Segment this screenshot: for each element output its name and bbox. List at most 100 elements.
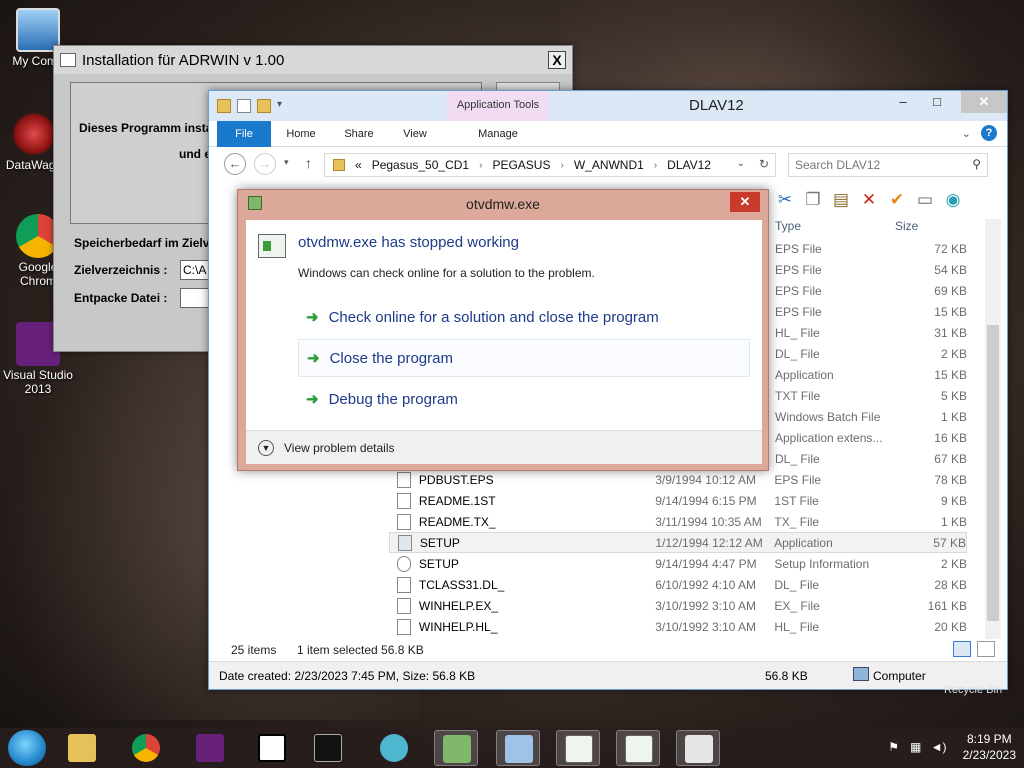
tab-home[interactable]: Home (279, 121, 323, 147)
list-item[interactable]: TXT File 5 KB (775, 385, 967, 406)
tab-manage[interactable]: Manage (447, 121, 549, 147)
taskbar-visual-studio[interactable] (188, 730, 232, 766)
list-item[interactable]: EPS File 69 KB (775, 280, 967, 301)
breadcrumb-item[interactable]: W_ANWND1 (574, 158, 644, 172)
table-row[interactable]: WINHELP.HL_ 3/10/1992 3:10 AM HL_ File 2… (389, 616, 967, 637)
explorer-close-button[interactable]: ✕ (961, 91, 1007, 113)
start-button[interactable] (8, 730, 46, 766)
scrollbar-thumb[interactable] (987, 325, 999, 621)
taskbar-vcdice[interactable] (434, 730, 478, 766)
table-row[interactable]: SETUP 9/14/1994 4:47 PM Setup Informatio… (389, 553, 967, 574)
file-name: WINHELP.HL_ (418, 619, 498, 634)
vertical-scrollbar[interactable] (985, 219, 1001, 639)
action-center-flag-icon[interactable]: ⚑ (887, 740, 901, 754)
dialog-titlebar[interactable]: otvdmw.exe ✕ (238, 190, 768, 216)
breadcrumb-item[interactable]: PEGASUS (492, 158, 550, 172)
file-icon (397, 471, 411, 488)
delete-icon[interactable]: ✕ (859, 190, 879, 210)
option-label: Close the program (329, 349, 453, 367)
properties-icon[interactable] (237, 99, 251, 113)
list-item[interactable]: HL_ File 31 KB (775, 322, 967, 343)
tab-view[interactable]: View (395, 121, 435, 147)
list-item[interactable]: DL_ File 67 KB (775, 448, 967, 469)
view-problem-details[interactable]: ▼ View problem details (246, 430, 762, 464)
table-row[interactable]: README.1ST 9/14/1994 6:15 PM 1ST File 9 … (389, 490, 967, 511)
file-type: HL_ File (774, 619, 820, 634)
visual-studio-icon (196, 734, 224, 762)
checkmark-icon[interactable]: ✔ (887, 190, 907, 210)
back-button[interactable]: ← (224, 153, 246, 175)
recent-locations-chevron-icon[interactable]: ▾ (284, 157, 289, 168)
breadcrumb-item[interactable]: Pegasus_50_CD1 (372, 158, 469, 172)
file-type: Application (774, 535, 833, 550)
breadcrumb-overflow[interactable]: « (355, 158, 362, 172)
table-row[interactable]: WINHELP.EX_ 3/10/1992 3:10 AM EX_ File 1… (389, 595, 967, 616)
item-count: 25 items (231, 643, 277, 657)
debug-program-button[interactable]: ➜ Debug the program (298, 380, 750, 418)
column-header-type[interactable]: Type (775, 219, 801, 233)
table-row[interactable]: TCLASS31.DL_ 6/10/1992 4:10 AM DL_ File … (389, 574, 967, 595)
large-icons-view-icon[interactable] (977, 641, 995, 657)
ribbon-expand-chevron-icon[interactable]: ⌄ (962, 127, 971, 140)
taskbar-shell[interactable] (372, 730, 416, 766)
volume-icon[interactable]: ◄) (931, 740, 947, 754)
command-prompt-icon (314, 734, 342, 762)
taskbar-window-2[interactable] (556, 730, 600, 766)
rename-icon[interactable]: ▭ (915, 190, 935, 210)
address-bar[interactable]: « Pegasus_50_CD1 › PEGASUS › W_ANWND1 › … (324, 153, 776, 177)
clock[interactable]: 8:19 PM 2/23/2023 (963, 731, 1016, 763)
taskbar-chrome[interactable] (124, 730, 168, 766)
details-view-icon[interactable] (953, 641, 971, 657)
list-item[interactable]: Application extens... 16 KB (775, 427, 967, 448)
dialog-body: otvdmw.exe has stopped working Windows c… (246, 220, 762, 464)
taskbar-7zip[interactable] (250, 730, 294, 766)
new-folder-icon[interactable] (257, 99, 271, 113)
breadcrumb-separator-icon: › (479, 159, 483, 171)
forward-button[interactable]: → (254, 153, 276, 175)
help-icon[interactable]: ? (981, 125, 997, 141)
shell-icon[interactable]: ◉ (943, 190, 963, 210)
table-row[interactable]: README.TX_ 3/11/1994 10:35 AM TX_ File 1… (389, 511, 967, 532)
paste-icon[interactable]: ▤ (831, 190, 851, 210)
copy-icon[interactable]: ❐ (803, 190, 823, 210)
file-type: DL_ File (774, 577, 820, 592)
table-row[interactable]: PDBUST.EPS 3/9/1994 10:12 AM EPS File 78… (389, 469, 967, 490)
taskbar-window-1[interactable] (496, 730, 540, 766)
close-program-button[interactable]: ➜ Close the program (298, 339, 750, 377)
refresh-icon[interactable]: ↻ (759, 157, 769, 171)
list-item[interactable]: DL_ File 2 KB (775, 343, 967, 364)
cut-icon[interactable]: ✂ (775, 190, 795, 210)
taskbar-window-3[interactable] (616, 730, 660, 766)
taskbar-explorer[interactable] (60, 730, 104, 766)
tab-share[interactable]: Share (337, 121, 381, 147)
column-header-size[interactable]: Size (895, 219, 918, 233)
table-row-selected[interactable]: SETUP 1/12/1994 12:12 AM Application 57 … (389, 532, 967, 553)
file-type: DL_ File (775, 451, 820, 466)
list-item[interactable]: EPS File 54 KB (775, 259, 967, 280)
taskbar-cmd[interactable] (306, 730, 350, 766)
list-item[interactable]: Windows Batch File 1 KB (775, 406, 967, 427)
file-type: Application (775, 367, 834, 382)
recycle-bin-label[interactable]: Recycle Bin (944, 684, 1002, 696)
file-name: PDBUST.EPS (418, 472, 494, 487)
tab-file[interactable]: File (217, 121, 271, 147)
network-icon[interactable]: ▦ (909, 740, 923, 754)
taskbar-window-4[interactable] (676, 730, 720, 766)
list-item[interactable]: EPS File 72 KB (775, 238, 967, 259)
explorer-titlebar[interactable]: ▾ Application Tools DLAV12 – □ ✕ (209, 91, 1007, 121)
check-online-button[interactable]: ➜ Check online for a solution and close … (298, 298, 750, 336)
search-input[interactable]: Search DLAV12 ⚲ (788, 153, 988, 177)
dialog-close-button[interactable]: ✕ (730, 192, 760, 212)
address-dropdown-icon[interactable]: ⌄ (737, 158, 745, 169)
breadcrumb-item[interactable]: DLAV12 (667, 158, 711, 172)
minimize-button[interactable]: – (889, 91, 917, 113)
installer-titlebar[interactable]: Installation für ADRWIN v 1.00 (54, 46, 572, 74)
customize-chevron-icon[interactable]: ▾ (277, 99, 282, 113)
list-item[interactable]: Application 15 KB (775, 364, 967, 385)
folder-icon[interactable] (217, 99, 231, 113)
installer-close-button[interactable]: X (548, 51, 566, 69)
maximize-button[interactable]: □ (923, 91, 951, 113)
list-item[interactable]: EPS File 15 KB (775, 301, 967, 322)
error-dialog: otvdmw.exe ✕ otvdmw.exe has stopped work… (237, 189, 769, 471)
up-arrow-icon[interactable]: ↑ (305, 155, 312, 171)
